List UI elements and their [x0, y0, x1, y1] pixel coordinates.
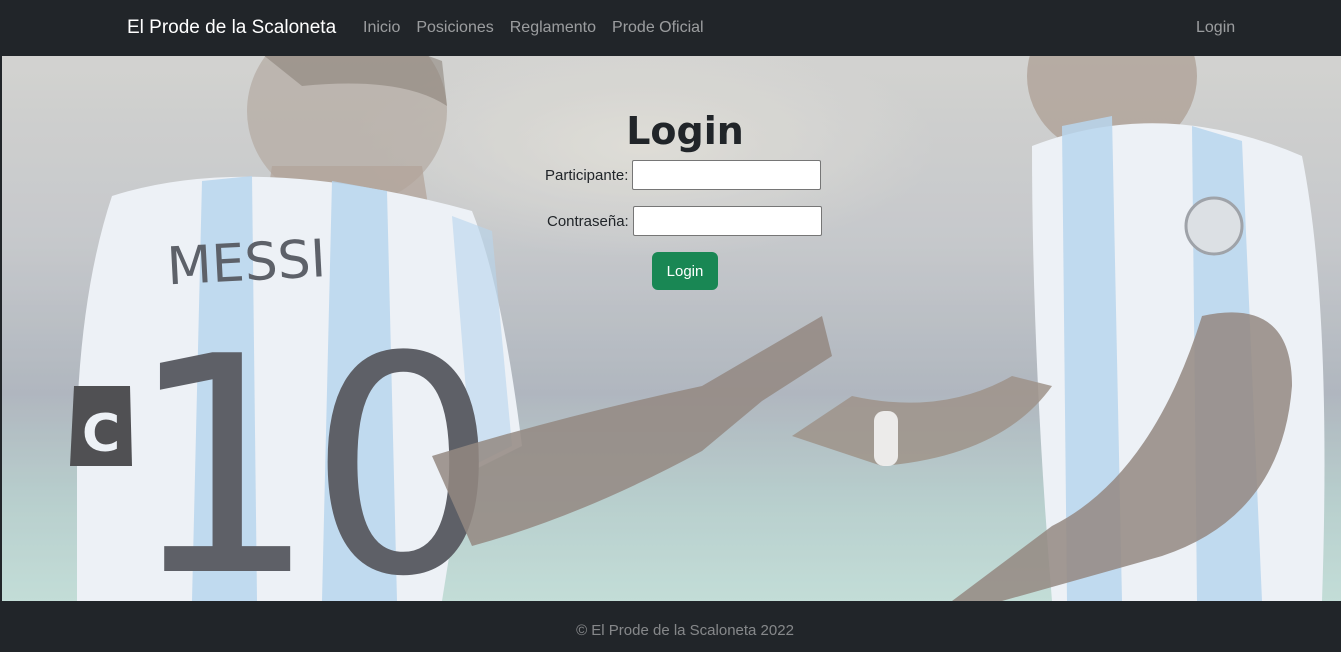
contrasena-input[interactable] [632, 206, 822, 236]
participante-row: Participante: [545, 160, 822, 190]
hero-section: C MESSI 10 Login Participante: Contraseñ… [2, 56, 1341, 601]
participante-label: Participante: [545, 166, 629, 184]
contrasena-label: Contraseña: [547, 212, 629, 230]
footer: © El Prode de la Scaloneta 2022 [0, 601, 1341, 652]
top-navbar: El Prode de la Scaloneta Inicio Posicion… [0, 0, 1341, 56]
nav-posiciones[interactable]: Posiciones [416, 18, 493, 38]
brand-link[interactable]: El Prode de la Scaloneta [127, 16, 336, 40]
nav-inicio[interactable]: Inicio [363, 18, 400, 38]
login-title: Login [626, 109, 744, 153]
footer-copyright: © El Prode de la Scaloneta 2022 [576, 622, 794, 639]
login-submit-button[interactable]: Login [652, 252, 718, 290]
participante-input[interactable] [632, 160, 822, 190]
nav-reglamento[interactable]: Reglamento [510, 18, 596, 38]
nav-login[interactable]: Login [1196, 18, 1235, 38]
login-form: Login Participante: Contraseña: Login [2, 56, 1341, 601]
nav-prode-oficial[interactable]: Prode Oficial [612, 18, 704, 38]
nav-links: Inicio Posiciones Reglamento Prode Ofici… [363, 18, 704, 38]
contrasena-row: Contraseña: [547, 206, 822, 236]
